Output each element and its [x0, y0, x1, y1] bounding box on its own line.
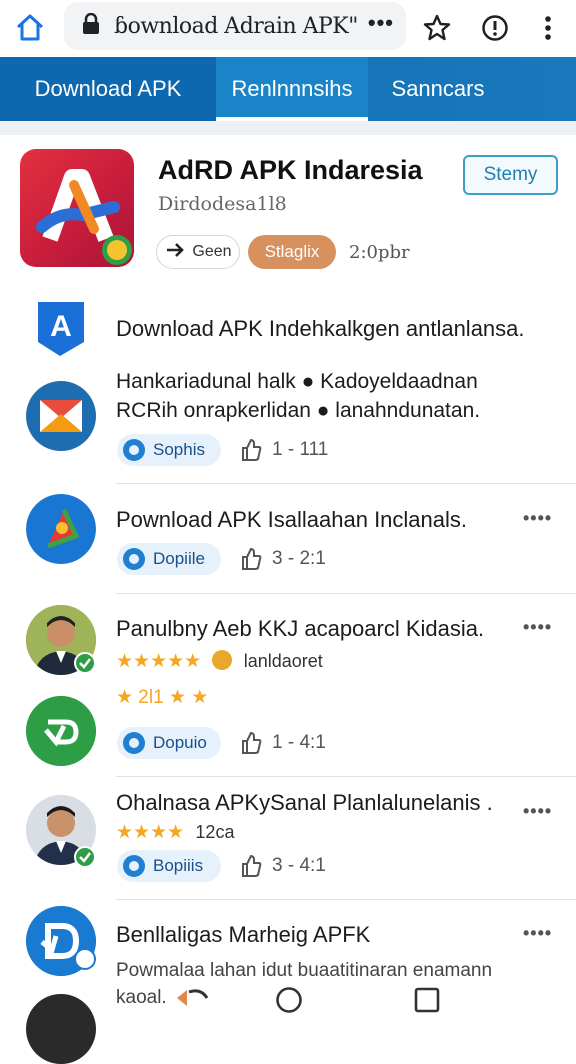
pill-dot-icon	[123, 855, 145, 877]
share-chip[interactable]: Geen	[156, 235, 240, 269]
bookmark-star-icon[interactable]	[419, 10, 455, 46]
letter-a-logo-icon: A	[36, 300, 86, 363]
list-item-line-2: RCRih onrapkerlidan ● lanahndunatan.	[116, 399, 481, 422]
back-icon[interactable]	[173, 984, 213, 1017]
tab-renlnnnsihs[interactable]: Renlnnnsihs	[216, 57, 368, 121]
coin-icon	[212, 650, 233, 670]
row-divider	[116, 483, 576, 484]
url-more-icon[interactable]: •••	[368, 10, 394, 36]
category-pill[interactable]: Bopiiis	[117, 850, 221, 882]
rating-stars: ★★★★★ lanldaoret	[116, 650, 323, 673]
share-arrow-icon	[164, 241, 188, 264]
count-label: 1 - 111	[272, 439, 329, 460]
app-title: AdRD APK Indaresia	[158, 155, 423, 185]
more-options-icon[interactable]: ••••	[523, 508, 552, 529]
category-tag[interactable]: Stlaglix	[248, 235, 336, 269]
category-pill[interactable]: Dopiile	[117, 543, 221, 575]
envelope-app-icon	[26, 381, 96, 451]
more-options-icon[interactable]: ••••	[523, 617, 552, 638]
count-label: 1 - 4:1	[272, 732, 326, 753]
download-count: 1 - 4:1	[240, 727, 326, 759]
tab-download-apk[interactable]: Download APK	[0, 57, 216, 121]
system-nav-bar	[0, 964, 576, 1024]
green-refresh-icon	[26, 696, 96, 766]
tab-bar: Download APK Renlnnnsihs Sanncars	[0, 57, 576, 121]
rating-stars: ★★★★ 12ca	[116, 821, 234, 844]
pill-label: Dopuio	[153, 733, 207, 752]
recents-icon[interactable]	[413, 986, 441, 1019]
thumbs-up-icon	[242, 438, 262, 461]
pill-label: Bopiiis	[153, 856, 204, 875]
thumbs-up-icon	[242, 854, 262, 877]
rating-text: 12ca	[195, 822, 235, 842]
list-item-title: Download APK Indehkalkgen antlanlansa.	[116, 316, 525, 341]
overflow-menu-icon[interactable]	[530, 10, 566, 46]
row-divider	[116, 776, 576, 777]
app-time: 2:0pbr	[349, 242, 410, 263]
lock-icon	[82, 12, 100, 40]
pill-label: Dopiile	[153, 549, 205, 568]
category-pill[interactable]: Dopuio	[117, 727, 221, 759]
pill-dot-icon	[123, 548, 145, 570]
row-divider	[116, 593, 576, 594]
verified-check-icon	[74, 652, 96, 674]
verified-check-icon	[74, 846, 96, 868]
rating-text: lanldaoret	[243, 651, 323, 671]
more-options-icon[interactable]: ••••	[523, 801, 552, 822]
home-button-icon[interactable]	[275, 986, 303, 1019]
count-label: 3 - 4:1	[272, 855, 326, 876]
download-count: 3 - 4:1	[240, 850, 326, 882]
download-count: 1 - 111	[240, 434, 328, 466]
app-card: AdRD APK Indaresia Dirdodesa1l8 Stemy Ge…	[0, 135, 576, 285]
share-chip-label: Geen	[192, 243, 232, 260]
list-item-title: Pownload APK Isallaahan Inclanals.	[116, 507, 468, 532]
more-options-icon[interactable]: ••••	[523, 923, 552, 944]
count-label: 3 - 2:1	[272, 548, 326, 569]
play-triangle-icon	[26, 494, 96, 564]
rating-secondary: ★ 2l1 ★ ★	[116, 687, 209, 708]
address-bar[interactable]: ɓownload Adrain APK" •••	[64, 2, 406, 50]
info-icon[interactable]	[477, 10, 513, 46]
open-button[interactable]: Stemy	[463, 155, 558, 195]
category-pill[interactable]: Sophis	[117, 434, 221, 466]
url-text: ɓownload Adrain APK"	[114, 13, 358, 39]
app-logo-icon[interactable]	[20, 149, 134, 267]
thumbs-up-icon	[242, 731, 262, 754]
download-count: 3 - 2:1	[240, 543, 326, 575]
list-item-title: Benllaligas Marheig APFK	[116, 922, 371, 947]
svg-text:A: A	[50, 310, 72, 343]
list-item-line-1: Hankariadunal halk ● Kadoyeldaadnan	[116, 370, 478, 393]
stars-glyphs: ★★★★	[116, 822, 185, 843]
list-item-title: Panulbny Aeb KKJ acapoarcl Kidasia.	[116, 616, 485, 641]
home-icon[interactable]	[0, 0, 60, 56]
pill-dot-icon	[123, 732, 145, 754]
browser-toolbar: ɓownload Adrain APK" •••	[0, 0, 576, 56]
app-developer: Dirdodesa1l8	[158, 193, 287, 215]
section-separator	[0, 121, 576, 135]
tab-sanncars[interactable]: Sanncars	[368, 57, 508, 121]
list-item-title: Ohalnasa APKySanal Planlalunelanis .	[116, 790, 493, 815]
row-divider	[116, 899, 576, 900]
pill-dot-icon	[123, 439, 145, 461]
stars-glyphs: ★★★★★	[116, 651, 202, 672]
pill-label: Sophis	[153, 440, 205, 459]
thumbs-up-icon	[242, 547, 262, 570]
